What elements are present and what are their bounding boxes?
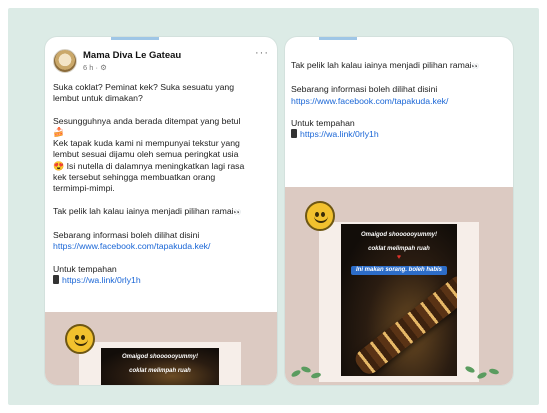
facebook-link[interactable]: https://www.facebook.com/tapakuda.kek/ bbox=[291, 96, 511, 107]
cake-photo: Omaigod shoooooyummy! coklat melimpah ru… bbox=[101, 348, 219, 385]
post-line: 😍 Isi nutella di dalamnya meningkatkan l… bbox=[53, 161, 275, 172]
smiley-mouth bbox=[74, 338, 88, 346]
top-accent-bar bbox=[319, 37, 357, 40]
leaf-decoration-icon bbox=[300, 365, 312, 374]
post-line: Sebarang informasi boleh dilihat disini bbox=[53, 229, 200, 240]
avatar[interactable] bbox=[53, 49, 77, 73]
whatsapp-link[interactable]: https://wa.link/0rly1h bbox=[300, 129, 379, 139]
image-caption-note: Ini makan sorang. boleh habis bbox=[351, 266, 447, 275]
right-phone-screenshot: Tak pelik lah kalau iainya menjadi pilih… bbox=[285, 37, 513, 385]
eyes-emoji-icon: 👀 bbox=[233, 209, 242, 216]
mobile-phone-icon bbox=[53, 274, 59, 284]
top-accent-bar bbox=[111, 37, 159, 40]
facebook-link[interactable]: https://www.facebook.com/tapakuda.kek/ bbox=[53, 241, 275, 252]
leaf-decoration-icon bbox=[488, 367, 500, 376]
cake-emoji-icon: 🍰 bbox=[53, 126, 65, 137]
post-line-text: Tak pelik lah kalau iainya menjadi pilih… bbox=[53, 205, 234, 216]
post-line: Kek tapak kuda kami ni mempunyai tekstur… bbox=[53, 138, 240, 149]
whatsapp-link[interactable]: https://wa.link/0rly1h bbox=[62, 275, 141, 285]
post-line: lembut untuk dimakan? bbox=[53, 93, 143, 104]
post-text: Suka coklat? Peminat kek? Suka sesuatu y… bbox=[53, 82, 275, 286]
post-line: Tak pelik lah kalau iainya menjadi pilih… bbox=[53, 206, 275, 219]
post-line: Sesungguhnya anda berada ditempat yang b… bbox=[53, 115, 241, 126]
author-name[interactable]: Mama Diva Le Gateau bbox=[83, 50, 181, 61]
post-image[interactable]: Omaigod shoooooyummy! coklat melimpah ru… bbox=[45, 312, 277, 385]
mobile-phone-icon bbox=[291, 129, 297, 139]
post-line: lembut sesuai dijamu oleh semua peringka… bbox=[53, 149, 239, 160]
post-line: kek tersebut sehingga membuatkan orang bbox=[53, 172, 216, 183]
eyes-emoji-icon: 👀 bbox=[471, 64, 480, 70]
heart-eyes-emoji-icon: 😍 bbox=[53, 160, 65, 171]
smiley-mouth bbox=[314, 215, 328, 223]
post-line: Untuk tempahan bbox=[53, 263, 117, 274]
post-line: https://wa.link/0rly1h bbox=[291, 129, 511, 140]
image-caption-title: Omaigod shoooooyummy! bbox=[360, 232, 437, 238]
heart-icon: ♥ bbox=[396, 254, 402, 261]
post-image[interactable]: Omaigod shoooooyummy! coklat melimpah ru… bbox=[285, 187, 513, 385]
leaf-decoration-icon bbox=[290, 368, 302, 379]
post-line: termimpi-mimpi. bbox=[53, 183, 115, 194]
post-line: Suka coklat? Peminat kek? Suka sesuatu y… bbox=[53, 82, 235, 92]
image-caption-subtitle: coklat melimpah ruah bbox=[368, 246, 430, 252]
post-line: Tak pelik lah kalau iainya menjadi pilih… bbox=[291, 60, 511, 73]
left-phone-screenshot: Mama Diva Le Gateau 6 h · ⚙ ··· Suka cok… bbox=[45, 37, 277, 385]
post-line: https://wa.link/0rly1h bbox=[53, 274, 275, 286]
post-line-text: Isi nutella di dalamnya meningkatkan lag… bbox=[66, 160, 245, 171]
post-line: 🍰 bbox=[53, 127, 275, 138]
post-line: Untuk tempahan bbox=[291, 117, 355, 128]
image-caption-subtitle: coklat melimpah ruah bbox=[129, 368, 191, 374]
post-meta: 6 h · ⚙ bbox=[83, 63, 107, 72]
smiley-icon bbox=[65, 324, 95, 354]
image-caption-title: Omaigod shoooooyummy! bbox=[121, 354, 198, 360]
post-line-text: Tak pelik lah kalau iainya menjadi pilih… bbox=[291, 60, 472, 70]
smiley-icon bbox=[305, 201, 335, 231]
post-text: Tak pelik lah kalau iainya menjadi pilih… bbox=[291, 60, 511, 140]
more-options-icon[interactable]: ··· bbox=[255, 47, 269, 59]
post-header: Mama Diva Le Gateau 6 h · ⚙ ··· bbox=[53, 47, 271, 75]
post-line: Sebarang informasi boleh dilihat disini bbox=[291, 84, 438, 95]
cake-photo: Omaigod shoooooyummy! coklat melimpah ru… bbox=[341, 224, 457, 376]
